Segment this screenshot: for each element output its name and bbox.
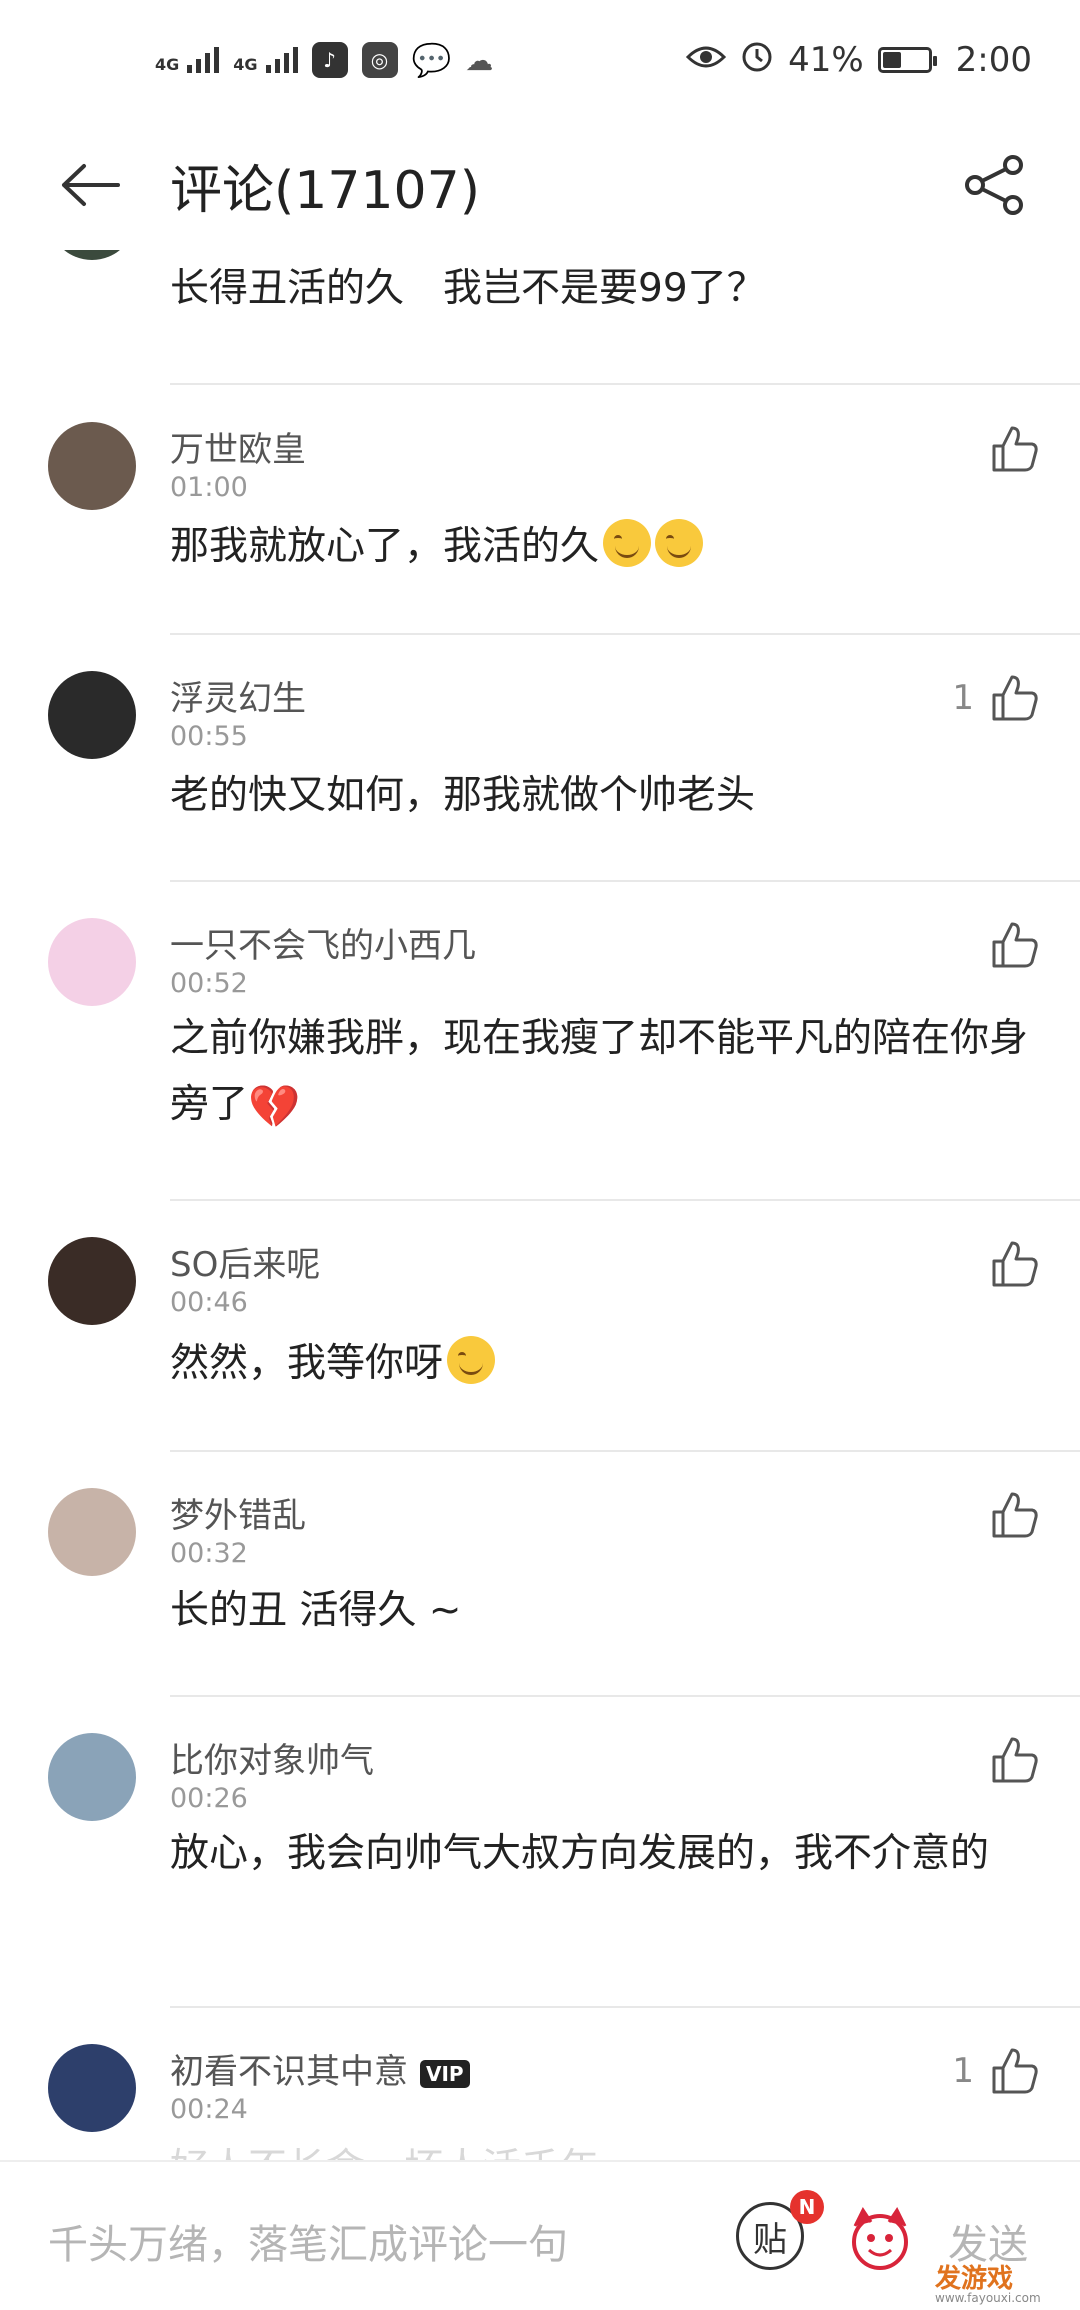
avatar[interactable] [48, 671, 136, 759]
list-item: 比你对象帅气 00:26 放心，我会向帅气大叔方向发展的，我不介意的 [0, 1697, 1080, 2008]
comment-time: 00:46 [170, 1287, 248, 1318]
thumbs-up-icon [992, 1241, 1038, 1287]
comment-text: 长得丑活的久 我岂不是要99了？ [170, 266, 766, 311]
signal-icon: 4G [155, 47, 220, 73]
eye-icon [685, 40, 727, 80]
thumbs-up-icon [992, 1492, 1038, 1538]
comment-author[interactable]: 比你对象帅气 [170, 1733, 374, 1782]
comment-author[interactable]: 梦外错乱 [170, 1488, 306, 1537]
thumbs-up-icon [992, 1737, 1038, 1783]
comment-list[interactable]: 长得丑活的久 我岂不是要99了？ 万世欧皇 01:00 那我就放心了，我活的久 … [0, 250, 1080, 2160]
comment-author[interactable]: 一只不会飞的小西几 [170, 918, 476, 967]
comment-time: 00:26 [170, 1783, 248, 1814]
message-icon: 💬 [411, 41, 452, 79]
like-button[interactable] [974, 1480, 1040, 1550]
comment-time: 00:52 [170, 968, 248, 999]
avatar[interactable] [48, 422, 136, 510]
comment-author[interactable]: 浮灵幻生 [170, 671, 306, 720]
thumbs-up-icon [992, 922, 1038, 968]
status-left: 4G 4G ♪ ◎ 💬 ☁ [155, 41, 493, 79]
comment-time: 00:32 [170, 1538, 248, 1569]
comment-author[interactable]: 初看不识其中意 VIP [170, 2044, 470, 2093]
status-bar: 4G 4G ♪ ◎ 💬 ☁ 41% 2:00 [0, 0, 1080, 120]
list-item: SO后来呢 00:46 然然，我等你呀 [0, 1201, 1080, 1452]
like-button[interactable] [974, 1725, 1040, 1795]
list-item: 初看不识其中意VIP 00:24 好人不长命，坏人活千年。 1 [0, 2008, 1080, 2160]
back-button[interactable] [40, 135, 140, 235]
battery-percent: 41% [788, 40, 864, 80]
share-button[interactable] [950, 140, 1040, 230]
like-button[interactable] [974, 414, 1040, 484]
comment-text: 老的快又如何，那我就做个帅老头 [170, 773, 756, 818]
comment-input-bar: 千头万绪，落笔汇成评论一句 贴 N 发送 发游戏 www.fayouxi.com [0, 2160, 1080, 2310]
list-item: 万世欧皇 01:00 那我就放心了，我活的久 [0, 384, 1080, 635]
arrow-left-icon [62, 164, 120, 206]
smirk-emoji-icon [655, 519, 704, 567]
like-count: 1 [952, 2051, 974, 2091]
comment-text: 长的丑 活得久 ~ [170, 1588, 462, 1633]
smirk-emoji-icon [603, 519, 652, 567]
battery-icon [877, 47, 937, 73]
comment-time: 00:24 [170, 2094, 248, 2125]
avatar[interactable] [48, 1488, 136, 1576]
page-title: 评论(17107) [170, 160, 480, 221]
cloud-icon: ☁ [465, 43, 494, 77]
comment-author[interactable]: 万世欧皇 [170, 422, 306, 471]
like-button[interactable] [974, 1229, 1040, 1299]
clock: 2:00 [955, 40, 1032, 80]
like-button[interactable]: 1 [952, 663, 1040, 733]
avatar[interactable] [48, 250, 136, 260]
comment-time: 01:00 [170, 472, 248, 503]
avatar[interactable] [48, 1237, 136, 1325]
share-icon [965, 155, 1023, 215]
comment-input[interactable]: 千头万绪，落笔汇成评论一句 [48, 2212, 568, 2270]
app-notification-icon: ◎ [361, 42, 398, 78]
smile-emoji-icon [447, 1336, 496, 1384]
signal-icon-2: 4G [233, 47, 298, 73]
avatar[interactable] [48, 1733, 136, 1821]
comment-author[interactable]: SO后来呢 [170, 1237, 320, 1286]
comment-text: 好人不长命，坏人活千年。 [170, 2136, 1030, 2160]
like-button[interactable]: 1 [952, 2036, 1040, 2106]
app-header: 评论(17107) [0, 120, 1080, 250]
avatar[interactable] [48, 2044, 136, 2132]
comment-text: 那我就放心了，我活的久 [170, 514, 1030, 580]
list-item: 梦外错乱 00:32 长的丑 活得久 ~ [0, 1452, 1080, 1697]
broken-heart-icon: 💔 [248, 1082, 301, 1131]
vip-badge: VIP [420, 2059, 470, 2088]
watermark: 发游戏 www.fayouxi.com [935, 2264, 1041, 2305]
status-right: 41% 2:00 [685, 39, 1032, 82]
comment-time: 00:55 [170, 721, 248, 752]
new-badge: N [790, 2190, 824, 2224]
like-button[interactable] [974, 910, 1040, 980]
list-item: 浮灵幻生 00:55 老的快又如何，那我就做个帅老头 1 [0, 635, 1080, 882]
thumbs-up-icon [992, 426, 1038, 472]
thumbs-up-icon [992, 675, 1038, 721]
list-item: 一只不会飞的小西几 00:52 之前你嫌我胖，现在我瘦了却不能平凡的陪在你身旁了… [0, 882, 1080, 1201]
tiktok-icon: ♪ [311, 42, 348, 78]
comment-text: 之前你嫌我胖，现在我瘦了却不能平凡的陪在你身旁了💔 [170, 1006, 1030, 1140]
comment-text: 然然，我等你呀 [170, 1331, 1030, 1397]
alarm-icon [740, 39, 774, 82]
like-count: 1 [952, 678, 974, 718]
avatar[interactable] [48, 918, 136, 1006]
thumbs-up-icon [992, 2048, 1038, 2094]
comment-text: 放心，我会向帅气大叔方向发展的，我不介意的 [170, 1831, 990, 1876]
mascot-emoji-button[interactable] [845, 2204, 915, 2274]
